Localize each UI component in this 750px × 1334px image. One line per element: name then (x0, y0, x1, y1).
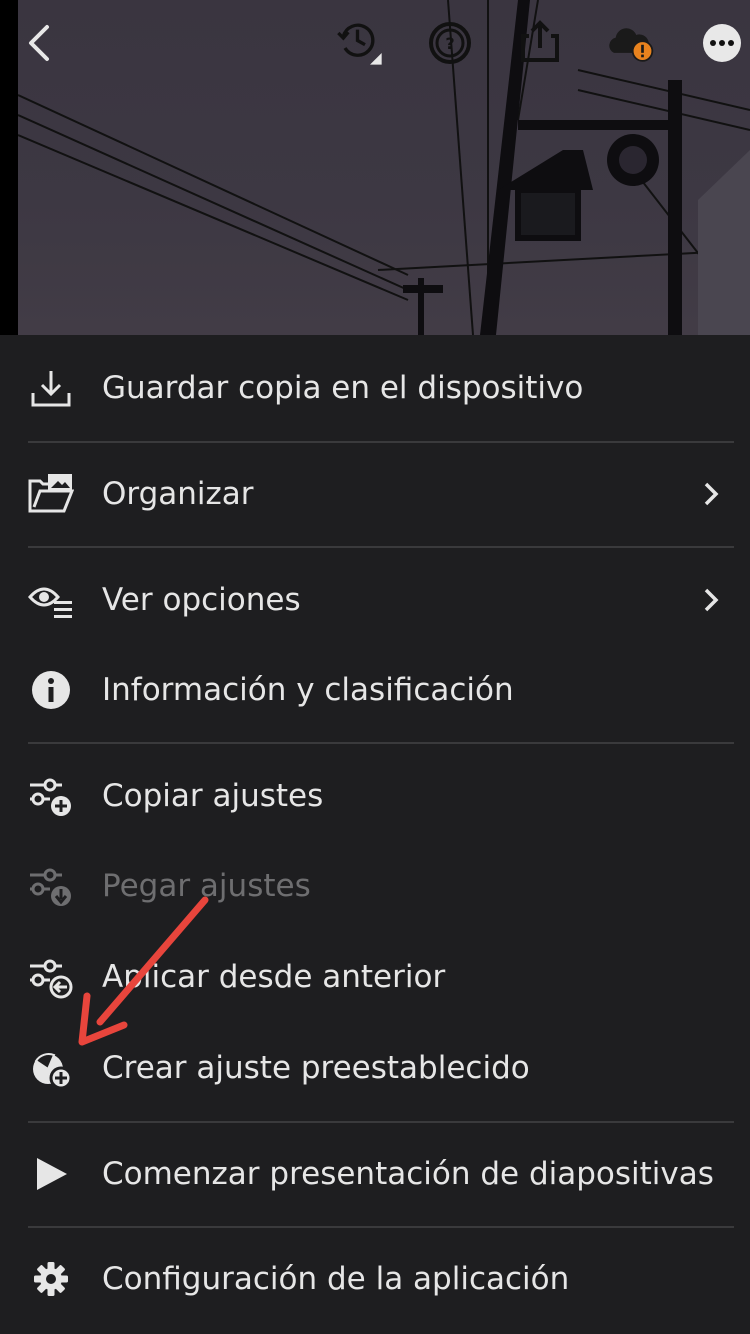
menu-item-info-rating[interactable]: Información y clasificación (0, 645, 750, 735)
menu-item-label: Crear ajuste preestablecido (102, 1050, 530, 1086)
share-icon (521, 20, 559, 62)
create-preset-icon (33, 1053, 73, 1090)
history-icon (337, 23, 382, 65)
menu-item-start-slideshow[interactable]: Comenzar presentación de diapositivas (0, 1129, 750, 1219)
menu-item-label: Configuración de la aplicación (102, 1261, 570, 1297)
menu-item-apply-previous[interactable]: Aplicar desde anterior (0, 932, 750, 1022)
gear-icon (34, 1262, 68, 1296)
copy-settings-icon (30, 778, 71, 816)
divider (28, 1121, 734, 1123)
menu-item-label: Aplicar desde anterior (102, 959, 446, 995)
menu-item-label: Pegar ajustes (102, 868, 311, 904)
menu-item-label: Guardar copia en el dispositivo (102, 370, 584, 406)
chevron-right-icon (704, 588, 719, 612)
more-button[interactable] (697, 18, 747, 68)
more-icon (703, 24, 741, 62)
help-button[interactable]: ? (425, 18, 475, 68)
share-button[interactable] (515, 18, 565, 68)
divider (28, 546, 734, 548)
download-icon (31, 371, 71, 407)
chevron-right-icon (704, 482, 719, 506)
help-icon: ? (429, 22, 471, 64)
play-icon (37, 1158, 67, 1190)
menu-item-label: Ver opciones (102, 582, 301, 618)
menu-item-label: Información y clasificación (102, 672, 514, 708)
menu-item-label: Comenzar presentación de diapositivas (102, 1156, 714, 1192)
divider (28, 1226, 734, 1228)
back-icon (29, 25, 49, 61)
organize-folder-icon (28, 474, 74, 513)
info-icon (32, 671, 70, 709)
cloud-status-button[interactable] (605, 18, 655, 68)
menu-item-label: Organizar (102, 476, 254, 512)
menu-item-app-settings[interactable]: Configuración de la aplicación (0, 1234, 750, 1324)
cloud-warning-icon (609, 28, 654, 62)
menu-item-organize[interactable]: Organizar (0, 449, 750, 539)
view-options-icon (28, 587, 72, 618)
history-button[interactable] (335, 18, 385, 68)
menu-item-view-options[interactable]: Ver opciones (0, 555, 750, 645)
divider (28, 441, 734, 443)
menu-item-copy-settings[interactable]: Copiar ajustes (0, 751, 750, 841)
paste-settings-icon (30, 868, 71, 906)
menu-item-save-copy[interactable]: Guardar copia en el dispositivo (0, 343, 750, 433)
menu-item-label: Copiar ajustes (102, 778, 324, 814)
menu-item-create-preset[interactable]: Crear ajuste preestablecido (0, 1023, 750, 1113)
svg-text:?: ? (445, 34, 454, 53)
apply-previous-icon (30, 959, 73, 999)
divider (28, 742, 734, 744)
action-menu: Guardar copia en el dispositivo Organiza… (0, 335, 750, 1334)
menu-item-paste-settings[interactable]: Pegar ajustes (0, 841, 750, 931)
back-button[interactable] (15, 18, 65, 68)
photo-preview: ? (0, 0, 750, 335)
